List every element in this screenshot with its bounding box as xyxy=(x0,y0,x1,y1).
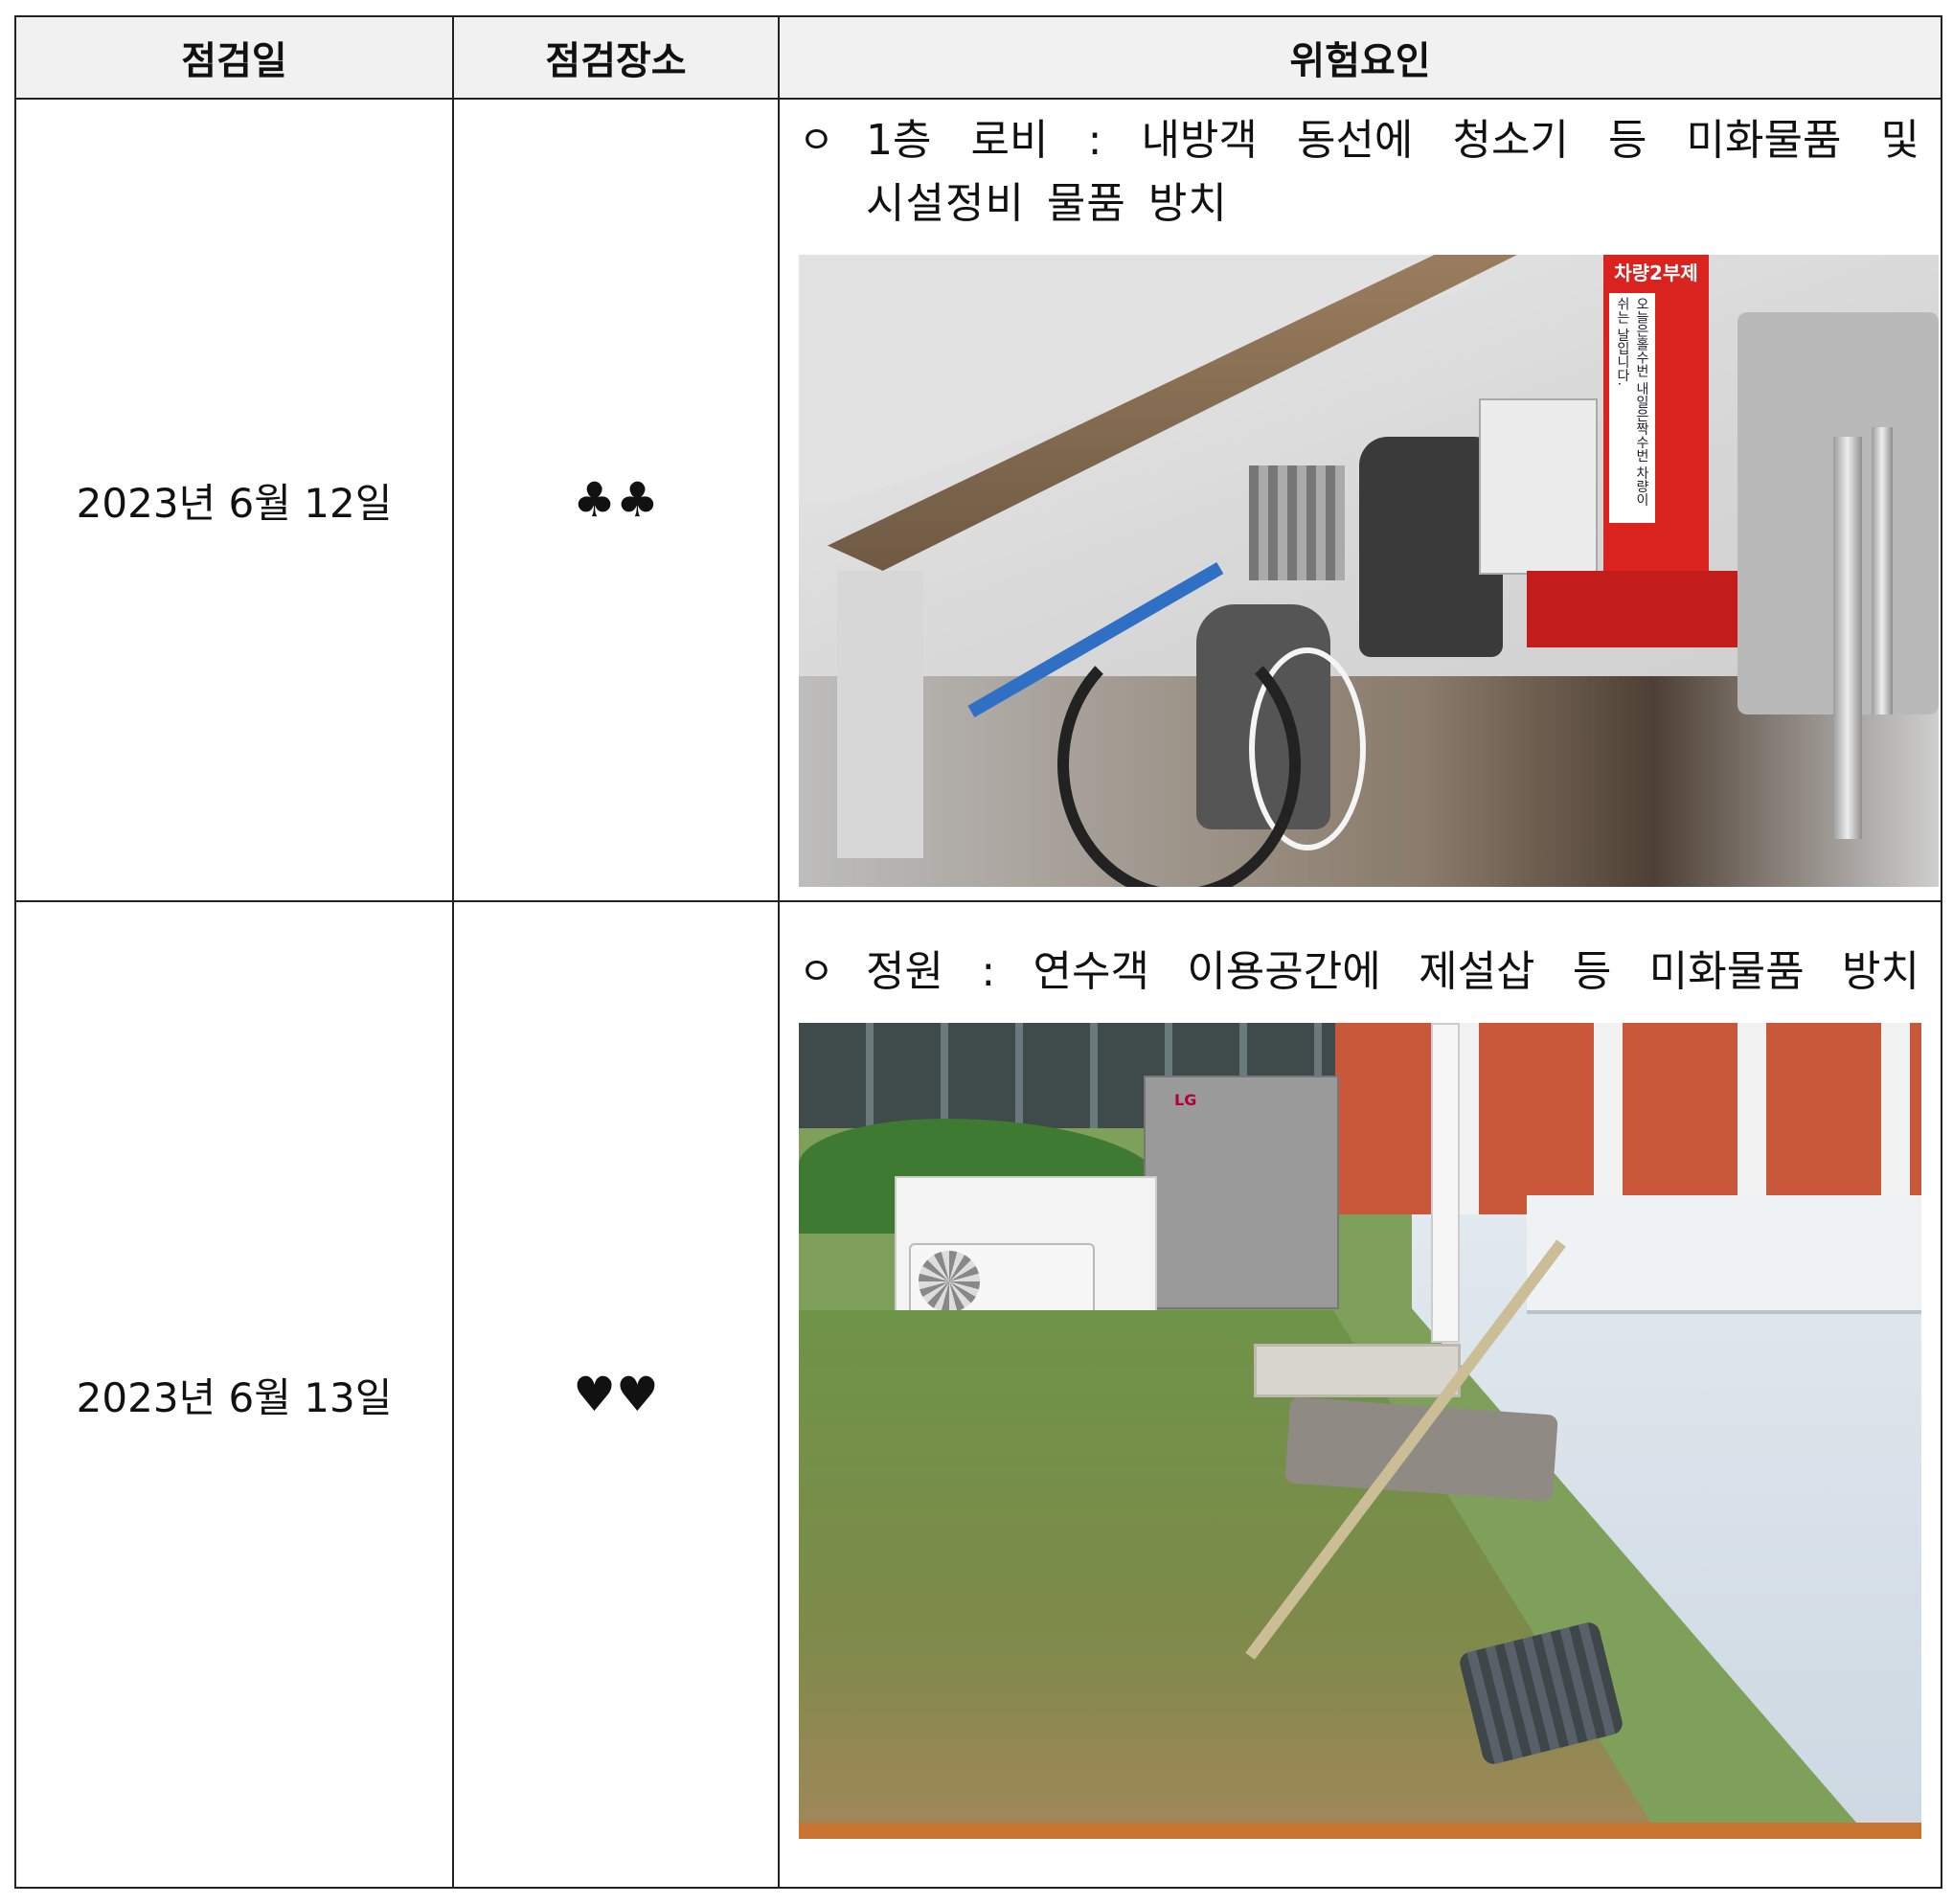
risk-cell: ㅇ 정원 : 연수객 이용공간에 제설삽 등 미화물품 방치 LG xyxy=(778,900,1942,1889)
wall-ledge xyxy=(1527,1195,1921,1314)
sign-body: 오늘은홀수번 내일은짝수번 차량이 쉬는 날입니다. xyxy=(1609,293,1655,523)
risk-cell: ㅇ 1층 로비 : 내방객 동선에 청소기 등 미화물품 및 시설정비 물품 방… xyxy=(778,98,1942,902)
risk-description-line: 시설정비 물품 방치 xyxy=(866,179,1228,228)
sign-base xyxy=(1527,571,1766,647)
sign-title: 차량2부제 xyxy=(1614,261,1698,284)
hose xyxy=(1057,628,1301,887)
inspection-date: 2023년 6월 13일 xyxy=(14,900,454,1889)
drain-cover xyxy=(1254,1344,1461,1397)
inspection-place: ♣♣ xyxy=(452,98,780,902)
pillar xyxy=(837,571,923,858)
lobby-photo: 차량2부제 오늘은홀수번 내일은짝수번 차량이 쉬는 날입니다. xyxy=(799,255,1939,887)
bullet-icon: ㅇ xyxy=(799,119,834,163)
inspection-table: 점검일 점검장소 위험요인 2023년 6월 12일 ♣♣ ㅇ 1층 로비 : … xyxy=(14,15,1942,1889)
pipe-bundle xyxy=(1249,465,1345,580)
garden-photo: LG xyxy=(799,1023,1921,1839)
risk-description-line: ㅇ 정원 : 연수객 이용공간에 제설삽 등 미화물품 방치 xyxy=(799,941,1941,1004)
header-date: 점검일 xyxy=(14,15,454,100)
header-place: 점검장소 xyxy=(452,15,780,100)
brand-label: LG xyxy=(1174,1091,1197,1109)
bullet-icon: ㅇ xyxy=(799,950,834,994)
inspection-date: 2023년 6월 12일 xyxy=(14,98,454,902)
border-curb xyxy=(799,1823,1921,1839)
drain-pipe xyxy=(1431,1023,1460,1343)
stanchion-post xyxy=(1872,427,1893,714)
table-header-row: 점검일 점검장소 위험요인 xyxy=(14,15,1942,100)
risk-description-line: ㅇ 1층 로비 : 내방객 동선에 청소기 등 미화물품 및 xyxy=(799,109,1941,172)
fan-icon xyxy=(919,1251,980,1312)
inspection-place: ♥♥ xyxy=(452,900,780,1889)
table-row: 2023년 6월 13일 ♥♥ ㅇ 정원 : 연수객 이용공간에 제설삽 등 미… xyxy=(14,900,1942,1889)
stanchion-post xyxy=(1833,437,1862,839)
bucket xyxy=(1479,398,1598,575)
table-row: 2023년 6월 12일 ♣♣ ㅇ 1층 로비 : 내방객 동선에 청소기 등 … xyxy=(14,98,1942,902)
ac-outdoor-unit: LG xyxy=(1144,1076,1339,1309)
orange-columns xyxy=(1335,1023,1921,1214)
header-risk: 위험요인 xyxy=(778,15,1942,100)
